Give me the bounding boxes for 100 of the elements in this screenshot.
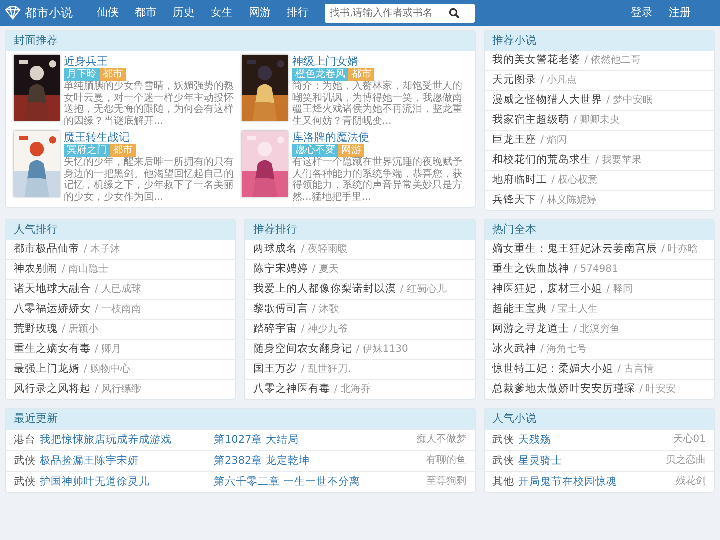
- book-title[interactable]: 我家宿主超级萌: [492, 114, 570, 126]
- nav-link[interactable]: 网游: [249, 4, 271, 22]
- author-name: / 574981: [574, 264, 618, 275]
- book-title[interactable]: 重生之铁血战神: [492, 263, 570, 275]
- search-icon[interactable]: [449, 8, 460, 18]
- author-name: / 红蜀心儿: [400, 284, 447, 295]
- book-title[interactable]: 诸天地球大融合: [14, 283, 91, 295]
- author-name: / 夜轻雨暖: [301, 244, 348, 255]
- book-title[interactable]: 八零之神医有毒: [253, 383, 330, 395]
- logo-icon: [5, 6, 21, 20]
- book-title[interactable]: 漫威之怪物猎人大世界: [492, 94, 603, 106]
- author-name: / 叶亦晗: [662, 244, 698, 255]
- book-title[interactable]: 八零福运娇娇女: [14, 303, 91, 315]
- book-title[interactable]: 兵锋天下: [492, 194, 537, 206]
- book-title[interactable]: 神农别闹: [14, 263, 58, 275]
- author-name: / 北海乔: [334, 384, 371, 395]
- book-link[interactable]: 开局鬼节在校园惊魂: [518, 475, 618, 489]
- book-title[interactable]: 两球成名: [253, 243, 298, 255]
- nav-link[interactable]: 排行: [287, 4, 309, 22]
- author-name: / 海角七号: [540, 344, 588, 355]
- nav-link[interactable]: 女生: [211, 4, 233, 22]
- book-title[interactable]: 陈宁宋娉婷: [253, 263, 308, 275]
- nav-link[interactable]: 仙侠: [97, 4, 119, 22]
- chapter-link[interactable]: 第1027章 大结局: [214, 433, 300, 447]
- book-title[interactable]: 总裁爹地太傲娇叶安安厉瑾琛: [492, 383, 636, 395]
- author-name: / 乱世狂刀.: [301, 364, 352, 375]
- book-link[interactable]: 星灵骑士: [518, 454, 563, 468]
- book-title[interactable]: 地府临时工: [492, 174, 548, 186]
- author-name: 天心01: [673, 433, 706, 447]
- book-title[interactable]: 近身兵王: [64, 55, 238, 68]
- book-title[interactable]: 神医狂妃，废材三小姐: [492, 283, 603, 295]
- author-name: 有聊的鱼: [426, 454, 467, 468]
- chapter-link[interactable]: 第六千零二章 一生一世不分离: [214, 475, 360, 489]
- author-name: / 卿卿未央: [574, 115, 620, 126]
- author-name: / 宝土人生: [552, 304, 598, 315]
- book-description: 简介：为她，入赘林家，却饱受世人的嘲笑和讥讽，为博得她一笑，我愿做南疆王烽火戏诸侯为她不再流泪，整龙重生又何妨？青阴岘变...: [292, 81, 464, 127]
- nav-link[interactable]: 都市: [135, 4, 157, 22]
- account-link[interactable]: 登录: [631, 4, 653, 22]
- book-link[interactable]: 护国神帅叶无道徐灵儿: [40, 475, 150, 489]
- book-title[interactable]: 神级上门女婿: [292, 55, 467, 68]
- author-name: / 焰闪: [540, 135, 568, 146]
- panel-heading: 封面推荐: [6, 31, 475, 51]
- genre-label: 武侠: [492, 433, 515, 447]
- book-link[interactable]: 极品捡漏王陈宇宋妍: [40, 454, 139, 468]
- book-title[interactable]: 我爱上的人都像你梨诺封以漠: [253, 283, 396, 295]
- account-link[interactable]: 注册: [669, 4, 691, 22]
- author-name: / 梦中安眠: [606, 95, 654, 106]
- author-name: / 林义陈妮婷: [540, 195, 598, 206]
- author-name: / 释同: [606, 284, 634, 295]
- book-title[interactable]: 嫡女重生：鬼王狂妃沐云姜南宫辰: [492, 243, 658, 255]
- author-name: 贝之恋曲: [666, 454, 706, 468]
- book-title[interactable]: 最强上门龙婿: [14, 363, 80, 375]
- book-title[interactable]: 我的美女警花老婆: [492, 54, 581, 66]
- author-name: / 木子沐: [84, 244, 121, 255]
- site-logo[interactable]: 都市小说: [25, 4, 73, 22]
- book-title[interactable]: 荒野玫瑰: [14, 323, 58, 335]
- author-name: / 唐颖小: [62, 324, 99, 335]
- book-title[interactable]: 风行录之风将起: [14, 383, 91, 395]
- book-link[interactable]: 我把惊悚旅店玩成养成游戏: [40, 433, 172, 447]
- book-title[interactable]: 黎歌傅司言: [253, 303, 308, 315]
- search-field[interactable]: 找书,请输入作者或书名: [325, 4, 475, 22]
- author-name: / 依然他二哥: [584, 55, 642, 66]
- author-name: / 我要苹果: [596, 155, 642, 166]
- author-name: / 叶安安: [640, 384, 676, 395]
- book-title[interactable]: 天元图录: [492, 74, 537, 86]
- author-name: 残花剑: [676, 475, 706, 489]
- book-title[interactable]: 库洛牌的魔法使: [292, 131, 467, 144]
- panel-heading: 人气小说: [484, 409, 714, 429]
- author-name: 痴人不做梦: [416, 433, 467, 447]
- author-name: / 小凡点: [540, 75, 578, 86]
- book-title[interactable]: 和校花们的荒岛求生: [492, 154, 592, 166]
- book-title[interactable]: 巨龙王座: [492, 134, 537, 146]
- book-title[interactable]: 都市极品仙帝: [14, 243, 80, 255]
- author-name: / 卿月: [95, 344, 122, 355]
- author-name: / 北溟穷鱼: [574, 324, 620, 335]
- chapter-link[interactable]: 第2382章 龙定乾坤: [214, 454, 310, 468]
- book-title[interactable]: 魔王转生战记: [64, 131, 238, 144]
- author-name: 至尊狗剩: [426, 475, 467, 489]
- book-title[interactable]: 惊世特工妃：柔媚大小姐: [492, 363, 614, 375]
- nav-link[interactable]: 历史: [173, 4, 195, 22]
- book-title[interactable]: 冰火武神: [492, 343, 537, 355]
- book-title[interactable]: 超能王宝典: [492, 303, 548, 315]
- author-name: / 神少九爷: [301, 324, 348, 335]
- author-name: / 沐歌: [312, 304, 339, 315]
- book-link[interactable]: 天残殇: [518, 433, 552, 447]
- panel-heading: 人气排行: [6, 220, 236, 240]
- book-title[interactable]: 踏碎宇宙: [253, 323, 298, 335]
- book-description: 单纯腼腆的少女鲁雪晴，妖媚强势的熟女叶云曼，对一个迷一样少年主动投怀送抱，无怨无悔的跟随，为何会有这样的因缘？当谜底解开...: [64, 81, 235, 127]
- book-title[interactable]: 随身空间农女翻身记: [253, 343, 352, 355]
- genre-label: 武侠: [14, 475, 36, 489]
- book-title[interactable]: 国王万岁: [253, 363, 298, 375]
- author-name: / 权心权意: [552, 175, 598, 186]
- author-name: / 一枝南南: [95, 304, 142, 315]
- book-title[interactable]: 网游之寻龙道士: [492, 323, 570, 335]
- author-name: / 夏天: [312, 264, 339, 275]
- author-name: / 人已成球: [95, 284, 142, 295]
- book-title[interactable]: 重生之嫡女有毒: [14, 343, 91, 355]
- panel-heading: 推荐小说: [484, 31, 714, 51]
- genre-label: 其他: [492, 475, 515, 489]
- panel-heading: 热门全本: [484, 220, 714, 240]
